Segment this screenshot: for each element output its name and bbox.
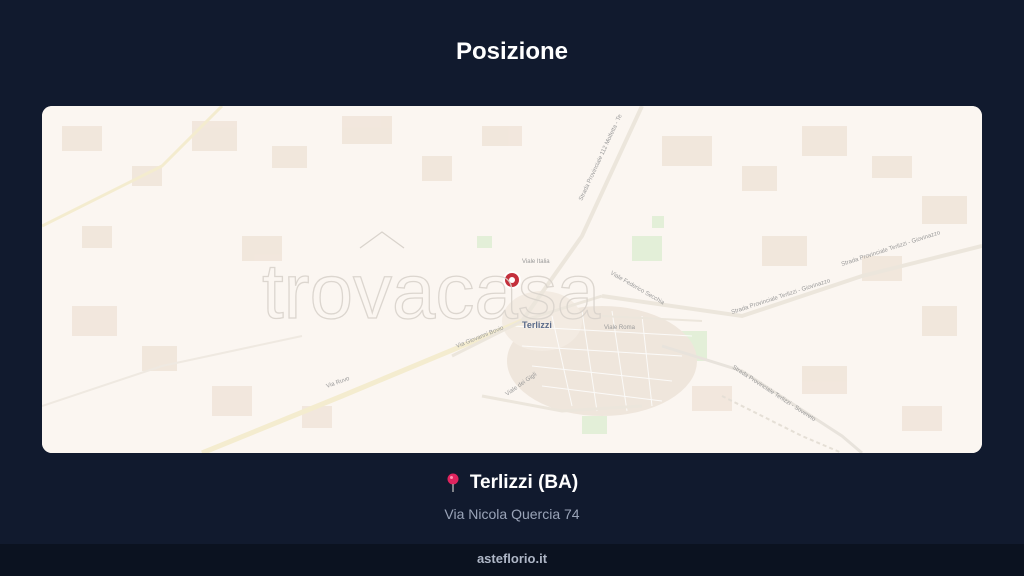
location-title: Terlizzi (BA) xyxy=(446,472,578,494)
location-marker-icon[interactable] xyxy=(503,271,521,289)
footer-site[interactable]: asteflorio.it xyxy=(477,551,547,566)
map-panel[interactable]: Viale Italia Via Ruvo Via Giovanni Bovio… xyxy=(42,106,982,453)
round-pushpin-icon xyxy=(447,473,459,492)
location-city: Terlizzi (BA) xyxy=(469,472,579,493)
footer: asteflorio.it xyxy=(0,544,1024,576)
street-label: Viale Italia xyxy=(522,259,550,265)
city-label: Terlizzi xyxy=(522,320,552,330)
location-address: Via Nicola Quercia 74 xyxy=(444,506,580,522)
page-title: Posizione xyxy=(455,38,569,65)
street-label: Viale Roma xyxy=(604,325,636,331)
location-info: Terlizzi (BA) Via Nicola Quercia 74 xyxy=(0,472,1024,522)
map-canvas[interactable]: Viale Italia Via Ruvo Via Giovanni Bovio… xyxy=(42,106,982,453)
